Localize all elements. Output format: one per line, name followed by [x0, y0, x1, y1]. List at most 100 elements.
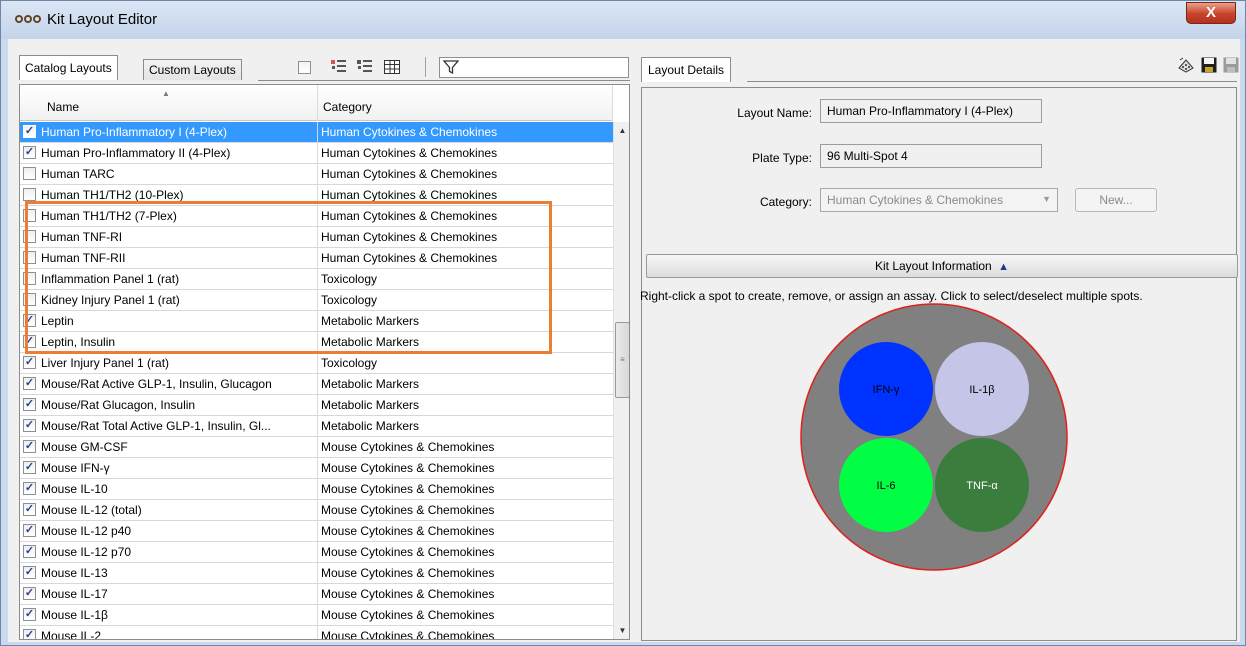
row-checkbox[interactable]: ✓: [23, 125, 36, 138]
table-row[interactable]: ✓ Mouse IL-12 p70 Mouse Cytokines & Chemok…: [20, 542, 613, 563]
row-checkbox[interactable]: [23, 272, 36, 285]
row-category[interactable]: Human Cytokines & Chemokines: [318, 143, 613, 163]
row-name-cell[interactable]: ✓ Mouse IFN-γ: [20, 458, 318, 478]
scroll-thumb[interactable]: ≡: [615, 322, 629, 398]
table-row[interactable]: Inflammation Panel 1 (rat) Toxicology: [20, 269, 613, 290]
row-checkbox[interactable]: ✓: [23, 566, 36, 579]
row-category[interactable]: Mouse Cytokines & Chemokines: [318, 584, 613, 604]
row-category[interactable]: Human Cytokines & Chemokines: [318, 206, 613, 226]
tab-catalog-layouts[interactable]: Catalog Layouts: [19, 55, 118, 80]
row-name-cell[interactable]: ✓ Mouse/Rat Glucagon, Insulin: [20, 395, 318, 415]
column-header-category[interactable]: Category: [318, 85, 613, 121]
table-row[interactable]: ✓ Human Pro-Inflammatory II (4-Plex) Human…: [20, 143, 613, 164]
row-checkbox[interactable]: ✓: [23, 440, 36, 453]
row-name-cell[interactable]: ✓ Leptin, Insulin: [20, 332, 318, 352]
row-checkbox[interactable]: [23, 209, 36, 222]
row-category[interactable]: Mouse Cytokines & Chemokines: [318, 542, 613, 562]
row-checkbox[interactable]: ✓: [23, 314, 36, 327]
row-checkbox[interactable]: ✓: [23, 419, 36, 432]
tab-custom-layouts[interactable]: Custom Layouts: [143, 59, 242, 80]
row-category[interactable]: Human Cytokines & Chemokines: [318, 122, 613, 142]
row-name-cell[interactable]: ✓ Leptin: [20, 311, 318, 331]
row-name-cell[interactable]: Human TNF-RII: [20, 248, 318, 268]
table-row[interactable]: ✓ Mouse IL-10 Mouse Cytokines & Chemokines: [20, 479, 613, 500]
row-category[interactable]: Mouse Cytokines & Chemokines: [318, 500, 613, 520]
table-row[interactable]: ✓ Mouse/Rat Active GLP-1, Insulin, Glucag…: [20, 374, 613, 395]
scroll-up-arrow-icon[interactable]: ▲: [614, 122, 629, 139]
row-category[interactable]: Human Cytokines & Chemokines: [318, 164, 613, 184]
table-row[interactable]: Human TH1/TH2 (7-Plex) Human Cytokines & …: [20, 206, 613, 227]
row-name-cell[interactable]: Human TNF-RI: [20, 227, 318, 247]
row-category[interactable]: Mouse Cytokines & Chemokines: [318, 479, 613, 499]
row-checkbox[interactable]: ✓: [23, 545, 36, 558]
row-checkbox[interactable]: ✓: [23, 503, 36, 516]
row-name-cell[interactable]: ✓ Human Pro-Inflammatory I (4-Plex): [20, 122, 318, 142]
row-category[interactable]: Toxicology: [318, 269, 613, 289]
row-checkbox[interactable]: ✓: [23, 587, 36, 600]
expand-tree-icon[interactable]: [330, 58, 348, 76]
table-row[interactable]: ✓ Mouse IL-13 Mouse Cytokines & Chemokines: [20, 563, 613, 584]
table-row[interactable]: ✓ Mouse IL-2 Mouse Cytokines & Chemokines: [20, 626, 613, 639]
table-row[interactable]: ✓ Mouse/Rat Glucagon, Insulin Metabolic Ma…: [20, 395, 613, 416]
row-category[interactable]: Metabolic Markers: [318, 395, 613, 415]
table-row[interactable]: ✓ Mouse IL-12 (total) Mouse Cytokines & Ch…: [20, 500, 613, 521]
table-row[interactable]: ✓ Mouse IFN-γ Mouse Cytokines & Chemokines: [20, 458, 613, 479]
title-bar[interactable]: Kit Layout Editor X: [1, 1, 1245, 39]
row-checkbox[interactable]: ✓: [23, 398, 36, 411]
row-name-cell[interactable]: Human TH1/TH2 (10-Plex): [20, 185, 318, 205]
row-name-cell[interactable]: ✓ Mouse IL-17: [20, 584, 318, 604]
scroll-down-arrow-icon[interactable]: ▼: [614, 622, 629, 639]
row-checkbox[interactable]: ✓: [23, 377, 36, 390]
row-category[interactable]: Mouse Cytokines & Chemokines: [318, 563, 613, 583]
table-row[interactable]: Kidney Injury Panel 1 (rat) Toxicology: [20, 290, 613, 311]
row-checkbox[interactable]: [23, 293, 36, 306]
select-all-checkbox[interactable]: [298, 61, 311, 74]
grid-view-icon[interactable]: [383, 58, 401, 76]
row-category[interactable]: Mouse Cytokines & Chemokines: [318, 626, 613, 639]
row-name-cell[interactable]: ✓ Mouse IL-12 p40: [20, 521, 318, 541]
table-row[interactable]: ✓ Mouse IL-12 p40 Mouse Cytokines & Chemok…: [20, 521, 613, 542]
close-button[interactable]: X: [1186, 2, 1236, 24]
table-row[interactable]: ✓ Liver Injury Panel 1 (rat) Toxicology: [20, 353, 613, 374]
filter-input[interactable]: [439, 57, 629, 78]
row-name-cell[interactable]: ✓ Mouse IL-12 p70: [20, 542, 318, 562]
row-name-cell[interactable]: ✓ Human Pro-Inflammatory II (4-Plex): [20, 143, 318, 163]
row-checkbox[interactable]: [23, 230, 36, 243]
row-name-cell[interactable]: ✓ Mouse IL-12 (total): [20, 500, 318, 520]
row-checkbox[interactable]: [23, 251, 36, 264]
row-category[interactable]: Metabolic Markers: [318, 311, 613, 331]
row-checkbox[interactable]: [23, 188, 36, 201]
row-category[interactable]: Mouse Cytokines & Chemokines: [318, 521, 613, 541]
row-name-cell[interactable]: ✓ Liver Injury Panel 1 (rat): [20, 353, 318, 373]
row-checkbox[interactable]: [23, 167, 36, 180]
table-row[interactable]: ✓ Leptin, Insulin Metabolic Markers: [20, 332, 613, 353]
row-category[interactable]: Metabolic Markers: [318, 332, 613, 352]
row-name-cell[interactable]: ✓ Mouse IL-13: [20, 563, 318, 583]
vertical-scrollbar[interactable]: ▲ ≡ ▼: [613, 122, 629, 639]
row-name-cell[interactable]: Human TH1/TH2 (7-Plex): [20, 206, 318, 226]
row-name-cell[interactable]: Inflammation Panel 1 (rat): [20, 269, 318, 289]
row-name-cell[interactable]: Human TARC: [20, 164, 318, 184]
table-row[interactable]: ✓ Mouse IL-17 Mouse Cytokines & Chemokines: [20, 584, 613, 605]
row-name-cell[interactable]: ✓ Mouse IL-1β: [20, 605, 318, 625]
row-name-cell[interactable]: Kidney Injury Panel 1 (rat): [20, 290, 318, 310]
row-category[interactable]: Toxicology: [318, 353, 613, 373]
table-row[interactable]: ✓ Mouse GM-CSF Mouse Cytokines & Chemokine…: [20, 437, 613, 458]
row-checkbox[interactable]: ✓: [23, 461, 36, 474]
row-checkbox[interactable]: ✓: [23, 524, 36, 537]
row-category[interactable]: Human Cytokines & Chemokines: [318, 248, 613, 268]
row-category[interactable]: Human Cytokines & Chemokines: [318, 185, 613, 205]
row-checkbox[interactable]: ✓: [23, 482, 36, 495]
row-category[interactable]: Mouse Cytokines & Chemokines: [318, 437, 613, 457]
row-category[interactable]: Mouse Cytokines & Chemokines: [318, 458, 613, 478]
row-name-cell[interactable]: ✓ Mouse/Rat Active GLP-1, Insulin, Glucag…: [20, 374, 318, 394]
table-row[interactable]: ✓ Human Pro-Inflammatory I (4-Plex) Human …: [20, 122, 613, 143]
table-row[interactable]: ✓ Leptin Metabolic Markers: [20, 311, 613, 332]
row-name-cell[interactable]: ✓ Mouse GM-CSF: [20, 437, 318, 457]
collapse-tree-icon[interactable]: [356, 58, 374, 76]
row-checkbox[interactable]: ✓: [23, 335, 36, 348]
row-category[interactable]: Toxicology: [318, 290, 613, 310]
row-category[interactable]: Human Cytokines & Chemokines: [318, 227, 613, 247]
table-row[interactable]: ✓ Mouse IL-1β Mouse Cytokines & Chemokines: [20, 605, 613, 626]
table-row[interactable]: Human TH1/TH2 (10-Plex) Human Cytokines &…: [20, 185, 613, 206]
